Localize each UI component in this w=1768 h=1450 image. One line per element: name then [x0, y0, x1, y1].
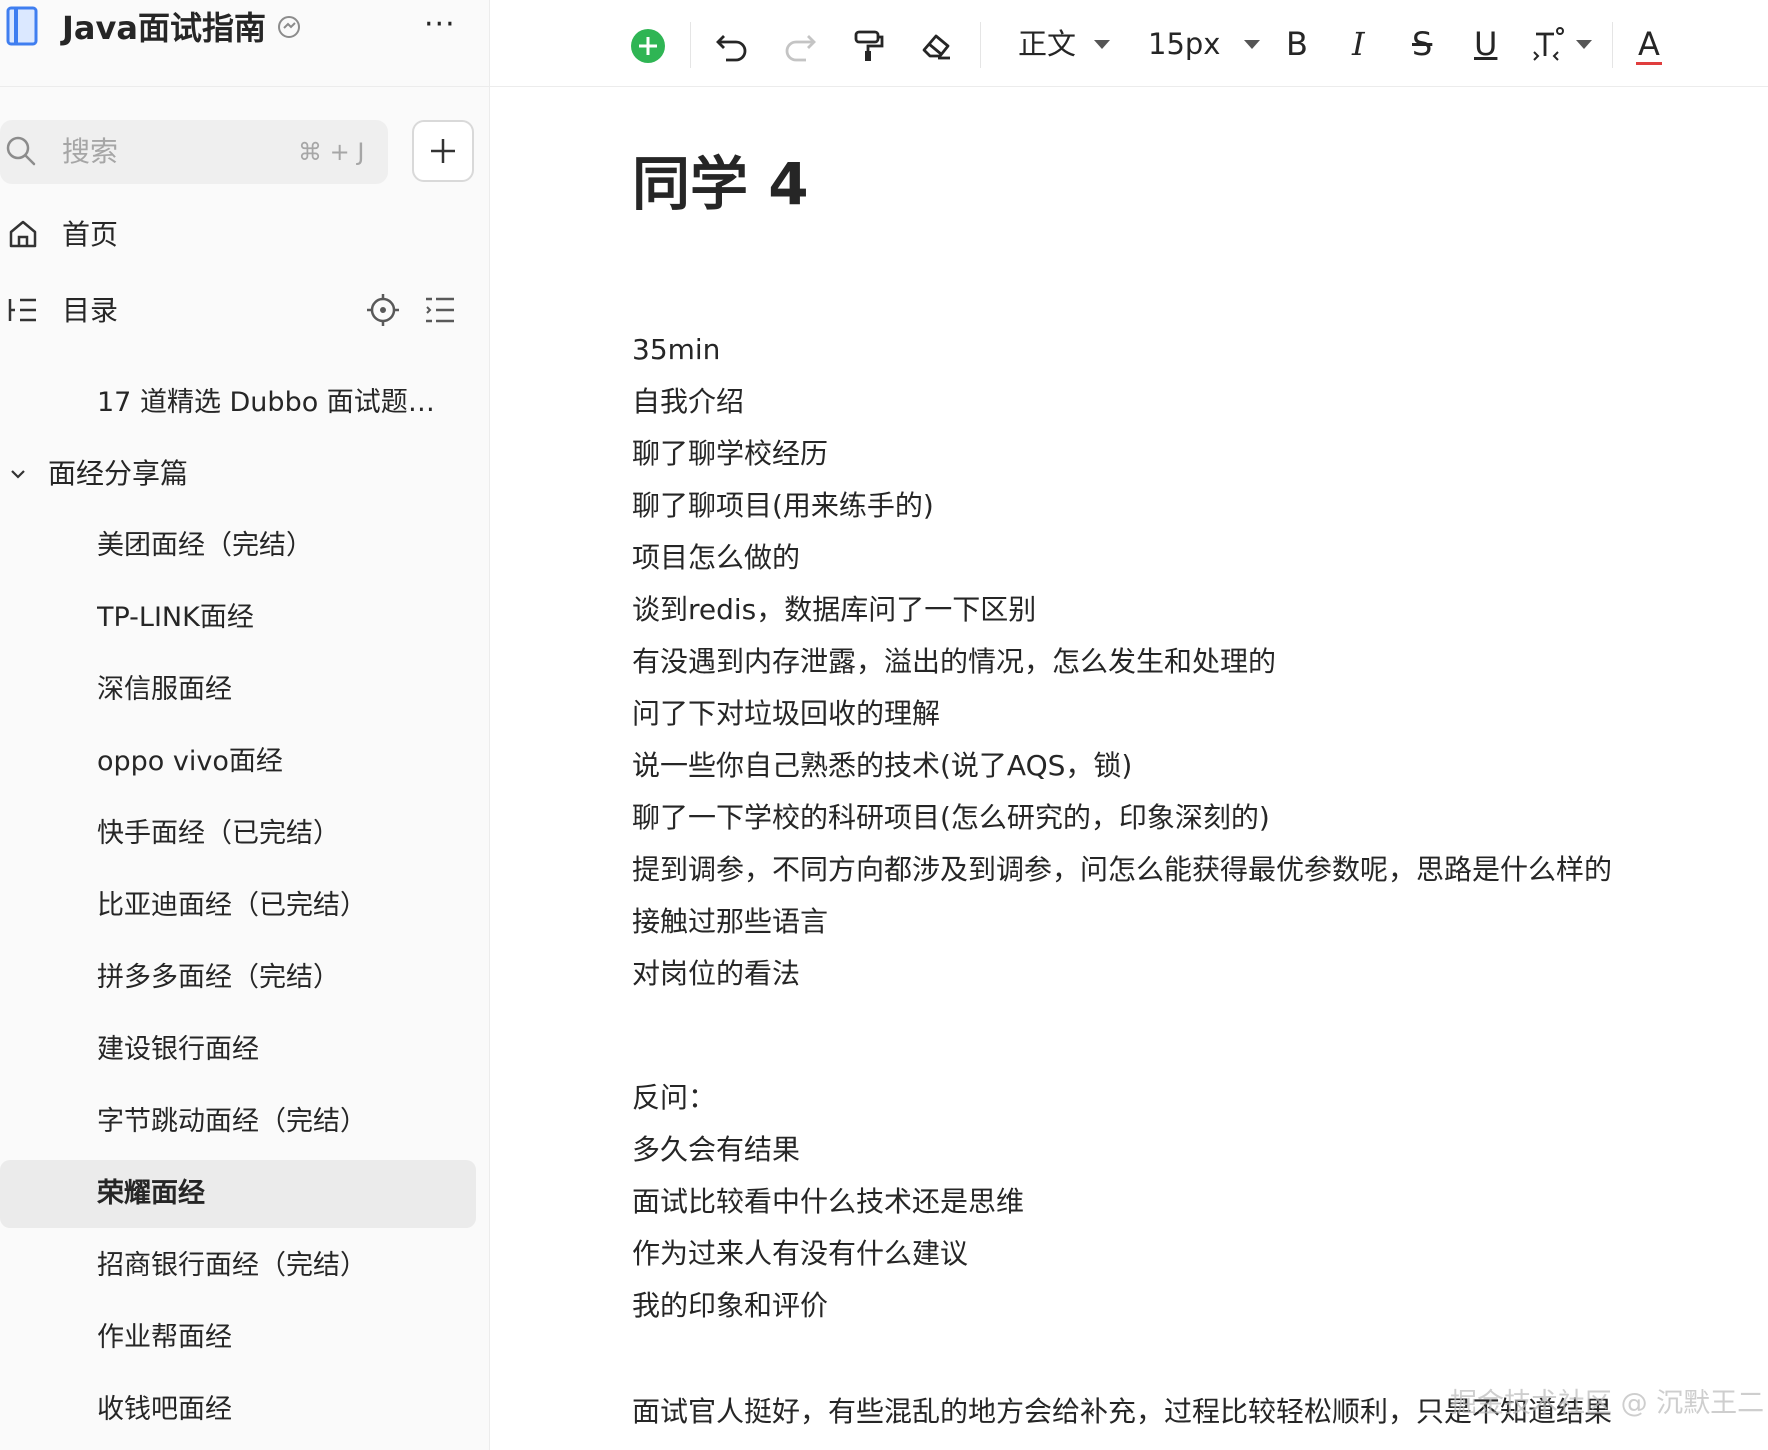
- search-placeholder: 搜索: [62, 135, 119, 168]
- tree-item-label: TP-LINK面经: [97, 602, 254, 633]
- tree-item-label: 深信服面经: [97, 674, 232, 705]
- tree-folder-label: 面经分享篇: [48, 457, 189, 490]
- redo-icon: [785, 35, 816, 62]
- nav-home-label: 首页: [62, 218, 119, 251]
- doc-line[interactable]: 说一些你自己熟悉的技术(说了AQS，锁): [632, 746, 1132, 786]
- redo-button[interactable]: [782, 22, 818, 66]
- doc-line[interactable]: 我的印象和评价: [632, 1286, 828, 1326]
- undo-button[interactable]: [714, 22, 750, 66]
- caret-down-icon[interactable]: [1244, 40, 1260, 49]
- doc-line[interactable]: 谈到redis，数据库问了一下区别: [632, 590, 1036, 630]
- add-button[interactable]: [412, 120, 474, 182]
- tree-item-label: 比亚迪面经（已完结）: [97, 890, 367, 921]
- doc-line[interactable]: 对岗位的看法: [632, 954, 800, 994]
- tree-item-label: 字节跳动面经（完结）: [97, 1106, 367, 1137]
- tree-item[interactable]: 美团面经（完结）: [0, 512, 476, 580]
- tree-item[interactable]: 比亚迪面经（已完结）: [0, 872, 476, 940]
- sidebar-header: Java面试指南 ···: [0, 0, 490, 87]
- tree-item[interactable]: 拼多多面经（完结）: [0, 944, 476, 1012]
- doc-line[interactable]: 反问：: [632, 1078, 716, 1118]
- doc-line[interactable]: 聊了聊项目(用来练手的): [632, 486, 934, 526]
- paragraph-style-select[interactable]: 正文: [1018, 22, 1076, 66]
- tree-item[interactable]: oppo vivo面经: [0, 728, 476, 796]
- eraser-icon: [922, 34, 950, 60]
- doc-line[interactable]: 35min: [632, 330, 720, 370]
- doc-line[interactable]: 自我介绍: [632, 382, 744, 422]
- caret-down-icon[interactable]: [1576, 40, 1592, 49]
- tree-item-label: 快手面经（已完结）: [97, 818, 340, 849]
- tree-item[interactable]: 快手面经（已完结）: [0, 800, 476, 868]
- editor-toolbar: 正文 15px B I S U A: [490, 0, 1768, 87]
- tree-item-label: 作业帮面经: [97, 1322, 232, 1353]
- text-style-button[interactable]: [1530, 22, 1566, 66]
- toolbar-divider: [980, 22, 981, 68]
- toolbar-divider: [690, 22, 691, 68]
- search-input[interactable]: 搜索 ⌘ + J: [0, 120, 388, 184]
- doc-line[interactable]: 面试比较看中什么技术还是思维: [632, 1182, 1024, 1222]
- nav-toc[interactable]: 目录: [0, 281, 490, 341]
- tree-item[interactable]: 招商银行面经（完结）: [0, 1232, 476, 1300]
- doc-line[interactable]: 有没遇到内存泄露，溢出的情况，怎么发生和处理的: [632, 642, 1276, 682]
- undo-icon: [716, 35, 747, 62]
- bold-button[interactable]: B: [1286, 20, 1308, 68]
- doc-line[interactable]: 问了下对垃圾回收的理解: [632, 694, 940, 734]
- search-shortcut: ⌘ + J: [298, 138, 365, 166]
- more-options-icon[interactable]: ···: [424, 8, 456, 42]
- tree-item[interactable]: 建设银行面经: [0, 1016, 476, 1084]
- toc-icon: [8, 298, 36, 322]
- tree-item-label: 建设银行面经: [97, 1034, 259, 1065]
- tree-item[interactable]: 收钱吧面经: [0, 1376, 476, 1444]
- insert-button[interactable]: [628, 22, 668, 66]
- tree-item-label: 荣耀面经: [97, 1178, 205, 1209]
- text-style-icon: [1533, 27, 1564, 61]
- format-painter-button[interactable]: [850, 22, 886, 66]
- tree-item[interactable]: TP-LINK面经: [0, 584, 476, 652]
- toolbar-divider: [1612, 22, 1613, 68]
- tree-item-active[interactable]: 荣耀面经: [0, 1160, 476, 1228]
- chevron-down-icon[interactable]: [8, 464, 28, 484]
- collapse-list-icon[interactable]: [424, 295, 456, 325]
- plus-icon: [431, 139, 455, 163]
- clear-format-button[interactable]: [918, 22, 954, 66]
- doc-line[interactable]: 聊了聊学校经历: [632, 434, 828, 474]
- document-title[interactable]: 同学 4: [632, 148, 809, 220]
- tree-item[interactable]: 深信服面经: [0, 656, 476, 724]
- tree-item[interactable]: 作业帮面经: [0, 1304, 476, 1372]
- doc-line[interactable]: 接触过那些语言: [632, 902, 828, 942]
- home-icon: [9, 220, 37, 248]
- tree-item-label: 拼多多面经（完结）: [97, 962, 340, 993]
- tree-folder-interview[interactable]: 面经分享篇: [0, 440, 476, 508]
- format-painter-icon: [854, 30, 884, 61]
- sync-status-icon[interactable]: [276, 14, 302, 40]
- caret-down-icon[interactable]: [1094, 40, 1110, 49]
- plus-circle-icon: [631, 29, 665, 63]
- underline-button[interactable]: U: [1474, 20, 1497, 68]
- font-size-select[interactable]: 15px: [1148, 22, 1220, 66]
- search-icon: [6, 136, 36, 166]
- font-color-swatch: [1636, 62, 1662, 65]
- tree-item-label: oppo vivo面经: [97, 746, 283, 777]
- tree-item-label: 美团面经（完结）: [97, 530, 313, 561]
- knowledge-base-title[interactable]: Java面试指南: [62, 4, 266, 52]
- tree-item-label: 收钱吧面经: [97, 1394, 232, 1425]
- italic-button[interactable]: I: [1352, 20, 1365, 68]
- doc-line[interactable]: 项目怎么做的: [632, 538, 800, 578]
- doc-line[interactable]: 聊了一下学校的科研项目(怎么研究的，印象深刻的): [632, 798, 1270, 838]
- strikethrough-button[interactable]: S: [1412, 20, 1432, 68]
- sidebar: Java面试指南 ··· 搜索 ⌘ + J 首页 目录 17 道精选 Dubbo…: [0, 0, 490, 1450]
- doc-line[interactable]: 提到调参，不同方向都涉及到调参，问怎么能获得最优参数呢，思路是什么样的: [632, 850, 1612, 890]
- watermark: 掘金技术社区 @ 沉默王二: [1450, 1388, 1765, 1419]
- tree-item-label: 17 道精选 Dubbo 面试题👍…: [97, 387, 467, 418]
- locate-icon[interactable]: [366, 293, 400, 327]
- tree-item-label: 招商银行面经（完结）: [97, 1250, 367, 1281]
- nav-home[interactable]: 首页: [0, 205, 490, 265]
- nav-toc-label: 目录: [62, 294, 119, 327]
- book-icon: [6, 6, 38, 46]
- doc-line[interactable]: 作为过来人有没有什么建议: [632, 1234, 968, 1274]
- tree-item[interactable]: 字节跳动面经（完结）: [0, 1088, 476, 1156]
- tree-item-dubbo[interactable]: 17 道精选 Dubbo 面试题👍…: [0, 369, 476, 437]
- doc-line[interactable]: 多久会有结果: [632, 1130, 800, 1170]
- font-color-button[interactable]: A: [1638, 20, 1660, 68]
